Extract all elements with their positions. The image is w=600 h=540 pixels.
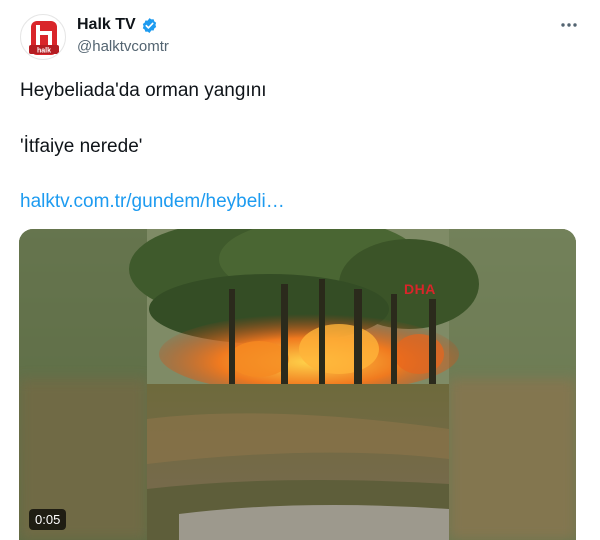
verified-badge-icon	[141, 17, 158, 34]
dha-watermark: DHA	[404, 281, 436, 297]
avatar-logo-text: halk	[37, 48, 51, 55]
video-thumbnail	[19, 229, 576, 540]
display-name[interactable]: Halk TV	[77, 16, 136, 34]
video-player[interactable]: DHA 0:05	[19, 229, 576, 540]
handle[interactable]: @halktvcomtr	[77, 38, 169, 55]
avatar[interactable]: halk	[20, 14, 66, 60]
halk-tv-logo-icon: halk	[29, 21, 59, 55]
tweet-text-line-1: Heybeliada'da orman yangını	[20, 80, 267, 101]
tweet: halk Halk TV @halktvcomtr Heybeliada'da …	[0, 0, 600, 540]
more-horizontal-icon[interactable]	[558, 14, 580, 36]
name-row: Halk TV	[77, 16, 158, 34]
tweet-text-line-2: 'İtfaiye nerede'	[20, 136, 143, 157]
video-duration-badge: 0:05	[29, 509, 67, 530]
tweet-link[interactable]: halktv.com.tr/gundem/heybeli…	[20, 191, 285, 213]
